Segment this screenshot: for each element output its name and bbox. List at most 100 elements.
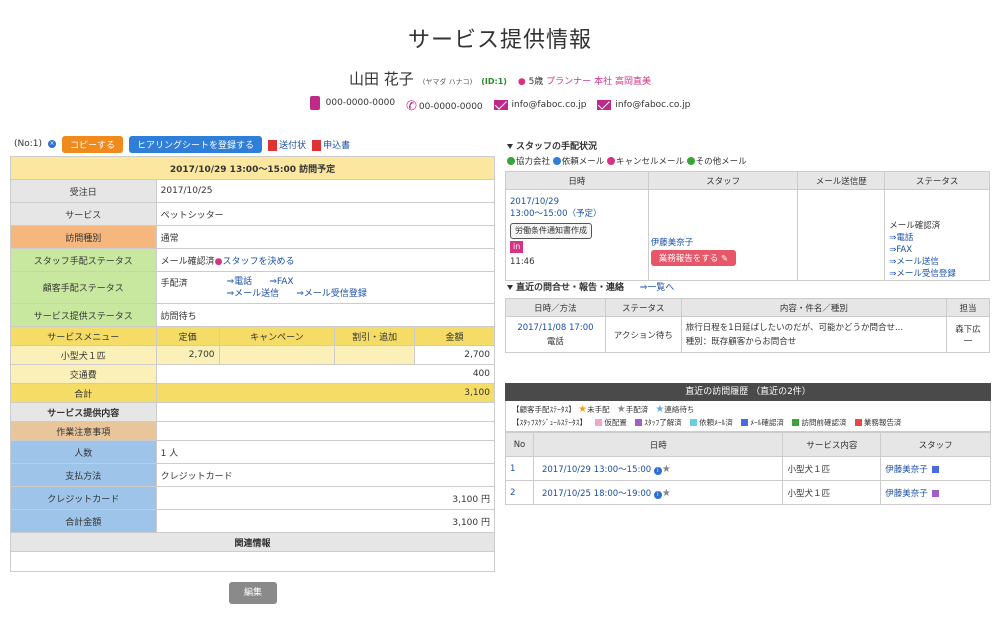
square-icon — [932, 489, 940, 497]
visit-type-label: 訪問種別 — [10, 225, 157, 249]
order-date-label: 受注日 — [10, 179, 157, 203]
staff-status: メール確認済 — [160, 256, 215, 267]
visit-no-link[interactable]: 2 — [510, 488, 515, 498]
inq-datetime-link[interactable]: 2017/11/08 17:00 — [517, 323, 593, 333]
square-icon — [635, 419, 643, 426]
planner-name-link[interactable]: 高岡直美 — [615, 77, 651, 87]
legend-other-mail: その他メール — [695, 157, 747, 167]
info-icon: i — [653, 490, 662, 499]
legend-partner: 協力会社 — [516, 157, 551, 167]
legend1-label: 【顧客手配ｽﾃｰﾀｽ】 — [512, 405, 576, 414]
inquiry-section-title: 直近の問合せ・報告・連絡 ⇒一覧へ — [507, 280, 674, 293]
client-info: 山田 花子 (ヤマダ ハナコ) (ID:1) ● 5歳 プランナー 本社 高岡直… — [0, 68, 1000, 89]
schedule-time-link[interactable]: 13:00～15:00（予定） — [510, 209, 602, 219]
close-icon[interactable]: × — [48, 140, 57, 148]
application-link[interactable]: 申込書 — [323, 141, 350, 151]
grand-total-label: 合計金額 — [10, 509, 157, 533]
legend2-label: 【ｽﾀｯﾌｽｹｼﾞｭｰﾙｽﾃｰﾀｽ】 — [512, 418, 587, 427]
report-button[interactable]: 業務報告をする ✎ — [650, 250, 737, 266]
legend-unarranged: 未手配 — [587, 405, 610, 414]
page-title: サービス提供情報 — [407, 28, 592, 53]
branch-link[interactable]: 本社 — [594, 77, 612, 87]
visit-staff-link[interactable]: 伊藤美奈子 — [885, 489, 928, 499]
mobile-number[interactable]: 000-0000-0000 — [326, 98, 395, 108]
send-sheet-link[interactable]: 送付状 — [279, 141, 306, 151]
triangle-down-icon — [507, 144, 513, 149]
visit-no-link[interactable]: 1 — [510, 464, 515, 474]
inq-person: 森下広一 — [946, 316, 990, 353]
inq-method: 電話 — [546, 336, 564, 347]
menu-col-discount: 割引・追加 — [334, 326, 416, 346]
visit-legend: 【顧客手配ｽﾃｰﾀｽ】 ★未手配 ★手配済 ★連絡待ち 【ｽﾀｯﾌｽｹｼﾞｭｰﾙ… — [505, 401, 991, 432]
payment-value: クレジットカード — [155, 463, 496, 487]
people-label: 人数 — [10, 440, 157, 464]
menu-col-campaign: キャンペーン — [218, 326, 336, 346]
email-2[interactable]: info@faboc.co.jp — [615, 100, 690, 110]
inquiry-list-link[interactable]: ⇒一覧へ — [640, 283, 675, 293]
staff-mail-recv-link[interactable]: ⇒メール受信登録 — [889, 269, 956, 279]
square-icon — [932, 465, 940, 473]
info-icon: i — [653, 466, 662, 475]
visit-datetime-link[interactable]: 2017/10/29 13:00～15:00 — [542, 465, 651, 475]
mail-send-link[interactable]: ⇒メール送信 — [227, 289, 280, 299]
legend-dot-icon — [552, 157, 561, 165]
email-1[interactable]: info@faboc.co.jp — [512, 100, 587, 110]
legend-reported: 業務報告済 — [863, 418, 902, 427]
visit-header: 2017/10/29 13:00～15:00 訪問予定 — [10, 156, 495, 180]
credit-value: 3,100 円 — [155, 486, 496, 510]
grand-total-value: 3,100 円 — [155, 509, 496, 533]
staff-phone-link[interactable]: ⇒電話 — [889, 233, 913, 243]
square-icon — [595, 419, 603, 426]
visit-staff-link[interactable]: 伊藤美奈子 — [885, 465, 928, 475]
pdf-icon — [268, 139, 278, 151]
contact-info: 000-0000-0000 ✆ 00-0000-0000 info@faboc.c… — [0, 96, 1000, 114]
menu-col-price: 定価 — [155, 326, 220, 346]
mail-recv-link[interactable]: ⇒メール受信登録 — [296, 289, 367, 299]
staff-name-link[interactable]: 伊藤美奈子 — [651, 238, 694, 248]
planner-label: プランナー — [546, 77, 592, 87]
staff-col-mail: メール送信歴 — [797, 171, 886, 190]
edit-button[interactable]: 編集 — [229, 582, 277, 604]
triangle-down-icon — [507, 285, 513, 290]
legend-staff-ok: ｽﾀｯﾌ了解済 — [644, 418, 682, 427]
menu-col-amount: 金額 — [414, 326, 495, 346]
phone-link[interactable]: ⇒電話 — [227, 277, 253, 287]
legend-dot-icon — [606, 157, 615, 165]
inq-col-person: 担当 — [946, 298, 990, 317]
labor-doc-button[interactable]: 労働条件通知書作成 — [510, 223, 592, 239]
content-value — [155, 402, 496, 422]
staff-decide-link[interactable]: スタッフを決める — [223, 257, 295, 267]
visit-history: 直近の訪問履歴 （直近の2件） 【顧客手配ｽﾃｰﾀｽ】 ★未手配 ★手配済 ★連… — [505, 383, 991, 505]
pencil-icon: ✎ — [720, 254, 729, 264]
toolbar: (No:1) × コピーする ヒアリングシートを登録する 送付状 申込書 — [10, 135, 350, 153]
client-status: 手配済 — [160, 278, 188, 289]
checkin-time: 11:46 — [510, 257, 535, 267]
inquiry-table: 日時／方法 ステータス 内容・件名／種別 担当 2017/11/08 17:00… — [505, 298, 990, 353]
schedule-date-link[interactable]: 2017/10/29 — [510, 197, 559, 207]
related-label: 関連情報 — [10, 532, 495, 552]
inq-col-content: 内容・件名／種別 — [680, 298, 948, 317]
inq-kind: 種別：既存顧客からお問合せ — [685, 336, 797, 347]
staff-section-title: スタッフの手配状況 — [507, 139, 597, 152]
legend-dot-icon — [507, 157, 515, 165]
staff-col-status: ステータス — [884, 171, 990, 190]
legend-waiting: 連絡待ち — [664, 405, 695, 414]
star-icon: ★ — [661, 487, 671, 499]
visit-datetime-link[interactable]: 2017/10/25 18:00～19:00 — [542, 489, 651, 499]
visit-col-service: サービス内容 — [782, 432, 882, 457]
legend-tentative: 仮配置 — [604, 418, 627, 427]
phone-icon: ✆ — [406, 99, 417, 114]
fax-link[interactable]: ⇒FAX — [269, 277, 293, 287]
credit-label: クレジットカード — [10, 486, 157, 510]
star-icon: ★ — [616, 404, 626, 415]
staff-fax-link[interactable]: ⇒FAX — [889, 245, 912, 255]
provide-status-label: サービス提供ステータス — [10, 303, 157, 327]
tel-number[interactable]: 00-0000-0000 — [419, 102, 483, 112]
staff-mail-send-link[interactable]: ⇒メール送信 — [889, 257, 939, 267]
copy-button[interactable]: コピーする — [62, 135, 124, 153]
content-label: サービス提供内容 — [10, 402, 157, 422]
hearing-sheet-button[interactable]: ヒアリングシートを登録する — [129, 135, 263, 153]
mail-icon — [493, 100, 508, 110]
mail-icon — [597, 100, 612, 110]
menu-campaign — [218, 345, 336, 365]
